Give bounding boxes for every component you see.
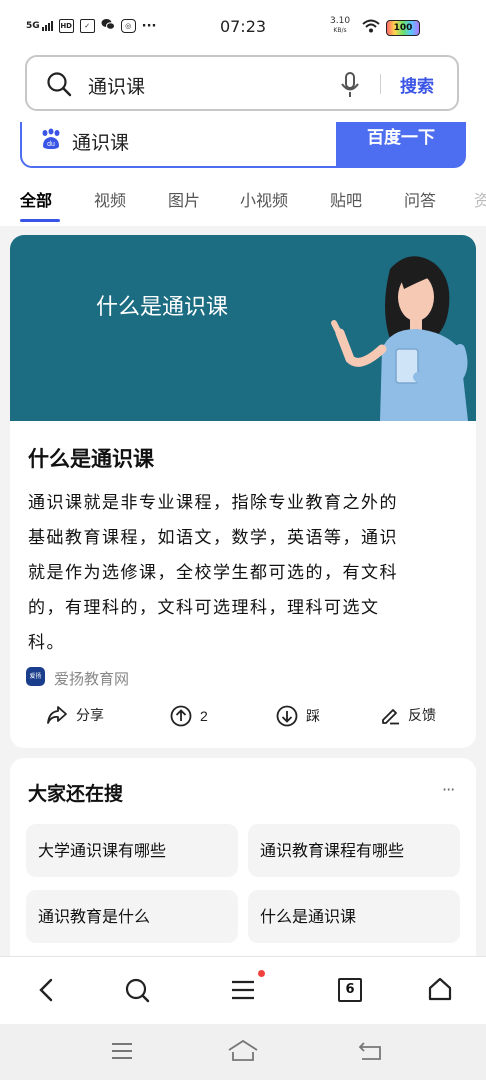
- tabs-count-button[interactable]: 6: [338, 978, 362, 1002]
- menu-icon[interactable]: [230, 978, 256, 1006]
- search-icon[interactable]: [124, 977, 150, 1007]
- result-banner-image[interactable]: [10, 235, 476, 421]
- related-search-item[interactable]: 通识教育课程有哪些: [248, 824, 460, 877]
- search-divider: [380, 74, 381, 94]
- snippet-line: 的，有理科的，文科可选理科，理科可选文: [28, 598, 380, 618]
- tab-tieba[interactable]: 贴吧: [330, 187, 362, 211]
- downvote-label: 踩: [306, 709, 320, 725]
- recent-apps-icon[interactable]: [110, 1041, 134, 1065]
- share-icon: [47, 706, 67, 724]
- baidu-search-button[interactable]: 百度一下: [336, 122, 466, 168]
- active-tab-indicator: [20, 219, 60, 222]
- feedback-label: 反馈: [408, 708, 436, 724]
- tab-qa[interactable]: 问答: [404, 187, 436, 211]
- upvote-count: 2: [200, 708, 208, 724]
- upvote-button[interactable]: 2: [170, 705, 208, 727]
- search-button[interactable]: 搜索: [400, 72, 434, 97]
- result-snippet: 通识课就是非专业课程，指除专业教育之外的 基础教育课程，如语文，数学，英语等，通…: [28, 486, 458, 661]
- snippet-line: 就是作为选修课，全校学生都可选的，有文科: [28, 563, 398, 583]
- microphone-icon[interactable]: [340, 71, 360, 103]
- snippet-line: 基础教育课程，如语文，数学，英语等，通识: [28, 528, 398, 548]
- network-speed: 3.10 KB/s: [330, 16, 351, 34]
- tab-video[interactable]: 视频: [94, 187, 126, 211]
- pencil-icon: [382, 709, 399, 725]
- related-search-item[interactable]: 通识教育是什么: [26, 890, 238, 943]
- banner-text: 什么是通识课: [96, 295, 229, 320]
- share-label: 分享: [76, 708, 104, 724]
- feedback-button[interactable]: 反馈: [380, 705, 436, 725]
- source-name[interactable]: 爱扬教育网: [54, 668, 129, 689]
- search-query[interactable]: 通识课: [88, 72, 145, 99]
- thumb-down-arrow-icon: [276, 705, 298, 727]
- system-home-icon[interactable]: [227, 1038, 259, 1066]
- downvote-button[interactable]: 踩: [276, 705, 320, 727]
- system-back-icon[interactable]: [358, 1040, 382, 1066]
- tab-short-video[interactable]: 小视频: [240, 187, 288, 211]
- back-icon[interactable]: [36, 977, 56, 1007]
- search-icon: [46, 71, 72, 101]
- svg-text:du: du: [47, 141, 55, 148]
- battery-icon: 100: [386, 20, 420, 36]
- more-options-icon[interactable]: ···: [442, 780, 455, 799]
- thumb-up-arrow-icon: [170, 705, 192, 727]
- home-icon[interactable]: [427, 976, 453, 1006]
- related-search-item[interactable]: 什么是通识课: [248, 890, 460, 943]
- wifi-icon: [362, 18, 380, 37]
- source-logo: 爱扬: [26, 667, 45, 686]
- snippet-line: 通识课就是非专业课程，指除专业教育之外的: [28, 493, 398, 513]
- tab-all[interactable]: 全部: [20, 187, 52, 211]
- related-search-item[interactable]: 大学通识课有哪些: [26, 824, 238, 877]
- baidu-logo-icon: du: [40, 128, 62, 154]
- teacher-illustration: [331, 256, 468, 421]
- tab-images[interactable]: 图片: [168, 187, 200, 211]
- snippet-line: 科。: [28, 633, 65, 653]
- share-button[interactable]: 分享: [46, 705, 104, 725]
- result-title[interactable]: 什么是通识课: [28, 443, 154, 473]
- tab-more[interactable]: 资: [474, 187, 486, 211]
- related-title: 大家还在搜: [28, 783, 124, 805]
- baidu-query[interactable]: 通识课: [72, 128, 129, 155]
- notification-dot: [258, 970, 265, 977]
- baidu-search-input[interactable]: [20, 122, 338, 168]
